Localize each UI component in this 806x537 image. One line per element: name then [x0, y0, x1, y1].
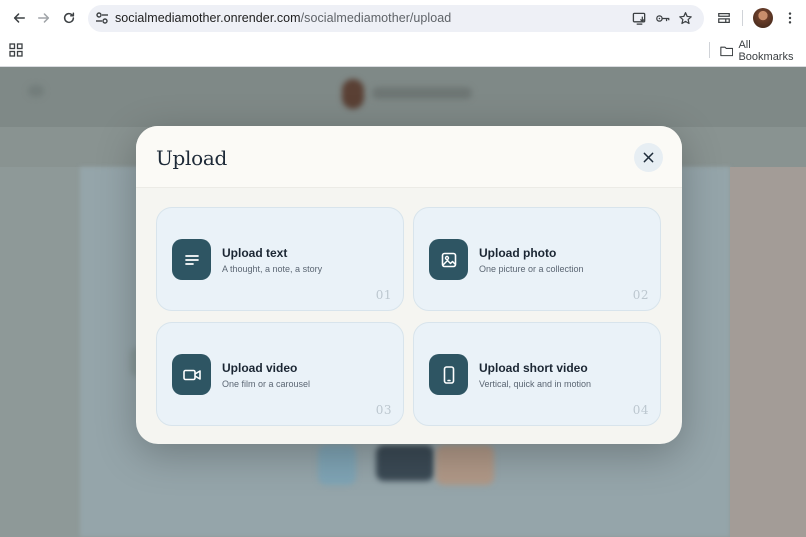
backdrop-left — [0, 167, 80, 537]
profile-avatar[interactable] — [753, 8, 773, 28]
option-title: Upload photo — [479, 246, 557, 260]
upload-modal: Upload Upload text A thought, a note, a … — [136, 126, 682, 444]
modal-title: Upload — [156, 146, 228, 170]
arrow-left-icon — [13, 13, 25, 23]
option-number: 03 — [375, 403, 392, 417]
address-bar[interactable]: socialmediamother.onrender.com/socialmed… — [88, 5, 704, 32]
close-icon — [643, 152, 654, 163]
arrow-right-icon — [38, 13, 50, 23]
forward-button[interactable] — [34, 8, 54, 28]
upload-text-option[interactable]: Upload text A thought, a note, a story 0… — [156, 207, 404, 311]
all-bookmarks-label: All Bookmarks — [738, 39, 794, 63]
site-settings-icon[interactable] — [94, 10, 110, 26]
backdrop-menu — [28, 85, 44, 97]
option-title: Upload video — [222, 361, 298, 375]
back-button[interactable] — [9, 8, 29, 28]
reload-button[interactable] — [59, 8, 79, 28]
backdrop-right — [730, 167, 806, 537]
all-bookmarks-button[interactable]: All Bookmarks — [720, 39, 806, 63]
backdrop-thumb-3 — [436, 445, 494, 485]
bookmark-star-icon[interactable] — [677, 10, 694, 27]
close-button[interactable] — [634, 143, 663, 172]
password-key-icon[interactable] — [654, 10, 671, 27]
option-number: 04 — [632, 403, 649, 417]
video-camera-icon — [172, 354, 211, 395]
url-text: socialmediamother.onrender.com/socialmed… — [115, 11, 451, 25]
option-subtitle: Vertical, quick and in motion — [479, 379, 592, 389]
backdrop-profile-name — [372, 87, 472, 99]
backdrop-thumb-2 — [376, 445, 434, 481]
url-path: /socialmediamother/upload — [300, 11, 452, 25]
image-icon — [429, 239, 468, 280]
more-menu-icon[interactable] — [780, 8, 800, 28]
backdrop-profile-avatar — [342, 79, 364, 109]
folder-icon — [720, 46, 734, 57]
upload-short-video-option[interactable]: Upload short video Vertical, quick and i… — [413, 322, 661, 426]
modal-header: Upload — [136, 126, 682, 188]
browser-toolbar: socialmediamother.onrender.com/socialmed… — [0, 0, 806, 36]
text-lines-icon — [172, 239, 211, 280]
side-panel-icon[interactable] — [714, 8, 734, 28]
toolbar-divider — [742, 10, 743, 26]
upload-video-option[interactable]: Upload video One film or a carousel 03 — [156, 322, 404, 426]
backdrop-thumb-1 — [318, 445, 356, 485]
option-subtitle: One film or a carousel — [222, 379, 311, 389]
upload-photo-option[interactable]: Upload photo One picture or a collection… — [413, 207, 661, 311]
apps-grid-icon[interactable] — [9, 43, 24, 58]
bookmarks-bar: All Bookmarks — [0, 36, 806, 67]
option-subtitle: One picture or a collection — [479, 264, 584, 274]
bookmarks-divider — [709, 42, 710, 58]
option-subtitle: A thought, a note, a story — [222, 264, 323, 274]
option-title: Upload text — [222, 246, 288, 260]
option-number: 01 — [375, 288, 392, 302]
install-app-icon[interactable] — [631, 10, 648, 27]
reload-icon — [63, 12, 75, 24]
option-number: 02 — [632, 288, 649, 302]
phone-portrait-icon — [429, 354, 468, 395]
url-host: socialmediamother.onrender.com — [115, 11, 301, 25]
option-title: Upload short video — [479, 361, 588, 375]
